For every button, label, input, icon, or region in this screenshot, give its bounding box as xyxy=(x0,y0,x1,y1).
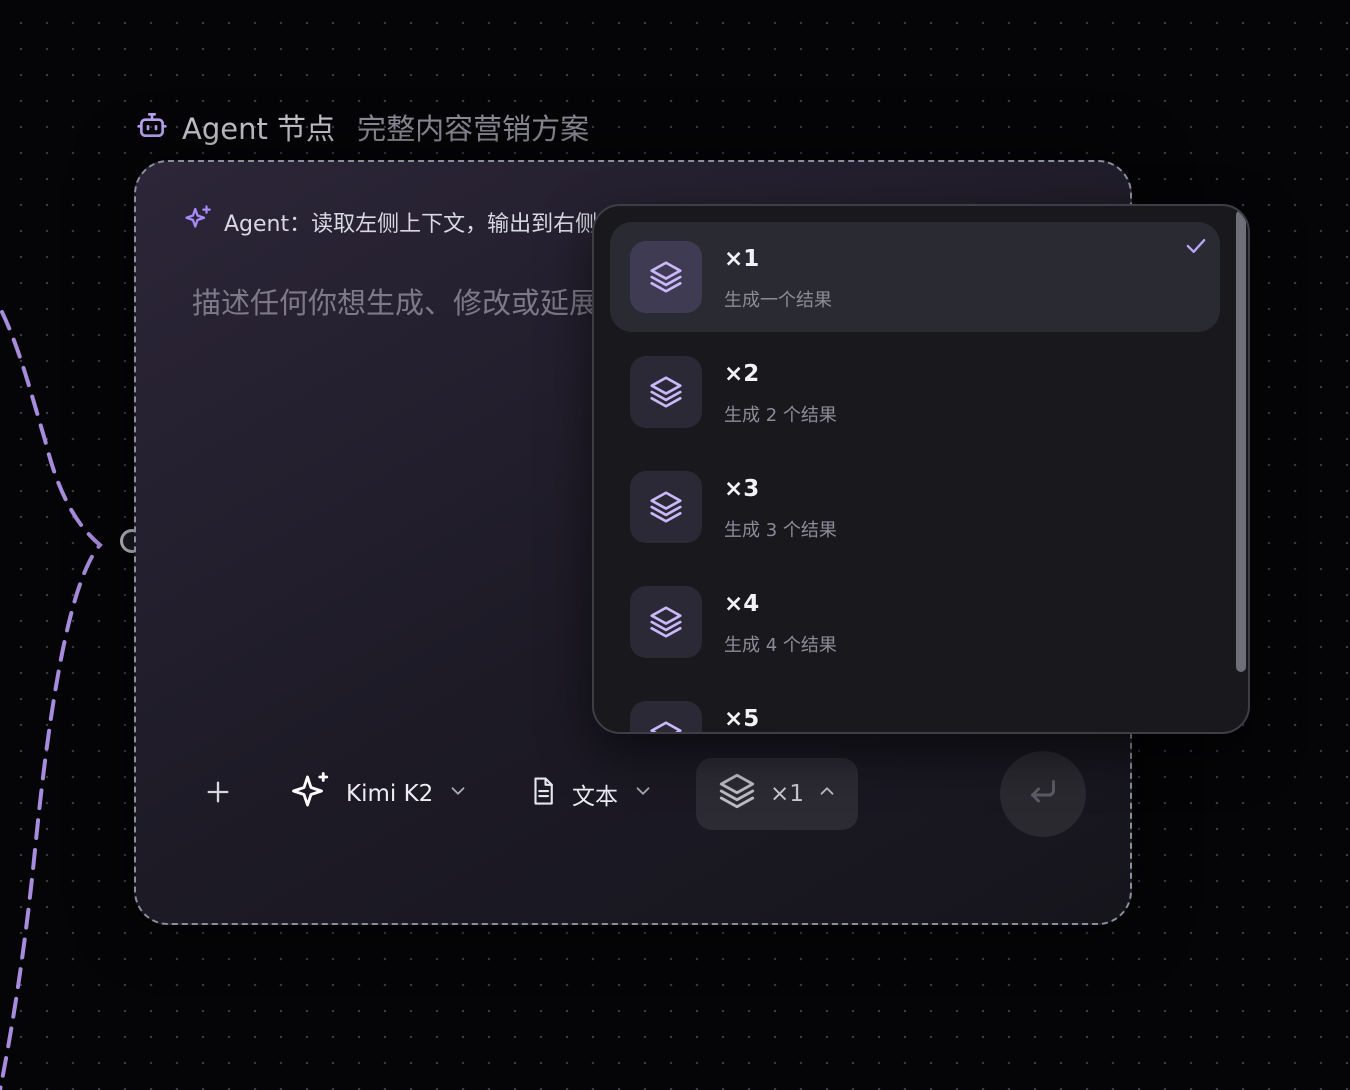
count-option[interactable]: ×2 生成 2 个结果 xyxy=(610,337,1220,447)
chevron-down-icon xyxy=(447,780,469,808)
layers-icon xyxy=(630,586,702,658)
node-toolbar: Kimi K2 文本 ×1 xyxy=(136,751,1130,837)
layers-icon xyxy=(630,241,702,313)
option-description: 生成 3 个结果 xyxy=(724,520,837,541)
chevron-down-icon xyxy=(632,780,654,808)
option-label: ×5 xyxy=(724,706,760,732)
dropdown-scrollbar[interactable] xyxy=(1236,210,1246,672)
robot-icon xyxy=(136,109,168,145)
node-title: Agent 节点 xyxy=(182,112,336,146)
option-description: 生成一个结果 xyxy=(724,290,832,311)
type-label: 文本 xyxy=(572,784,618,810)
option-label: ×1 xyxy=(724,246,760,272)
count-selector[interactable]: ×1 xyxy=(696,758,858,830)
layers-icon xyxy=(630,356,702,428)
count-options-list: ×1 生成一个结果 ×2 生成 2 个结果 ×3 生成 3 个结果 ×4 生成 … xyxy=(594,206,1248,732)
option-label: ×4 xyxy=(724,591,760,617)
layers-icon xyxy=(716,770,758,818)
chevron-up-icon xyxy=(816,780,838,808)
option-description: 生成 4 个结果 xyxy=(724,635,837,656)
count-option[interactable]: ×4 生成 4 个结果 xyxy=(610,567,1220,677)
output-type-selector[interactable]: 文本 xyxy=(528,758,654,830)
send-button[interactable] xyxy=(1000,751,1086,837)
model-label: Kimi K2 xyxy=(346,781,434,807)
plus-icon xyxy=(204,778,232,810)
count-option[interactable]: ×1 生成一个结果 xyxy=(610,222,1220,332)
layers-icon xyxy=(630,701,702,732)
option-label: ×3 xyxy=(724,476,760,502)
enter-icon xyxy=(1025,774,1061,814)
node-header: Agent 节点 完整内容营销方案 xyxy=(136,106,589,148)
sparkle-icon xyxy=(184,204,214,240)
count-option[interactable]: ×3 生成 3 个结果 xyxy=(610,452,1220,562)
agent-instruction: Agent：读取左侧上下文，输出到右侧 xyxy=(184,204,597,240)
check-icon xyxy=(1182,232,1210,264)
count-dropdown[interactable]: ×1 生成一个结果 ×2 生成 2 个结果 ×3 生成 3 个结果 ×4 生成 … xyxy=(592,204,1250,734)
agent-instruction-text: Agent：读取左侧上下文，输出到右侧 xyxy=(224,212,598,237)
layers-icon xyxy=(630,471,702,543)
count-option[interactable]: ×5 xyxy=(610,682,1220,732)
sparkle-icon xyxy=(290,770,332,818)
option-description: 生成 2 个结果 xyxy=(724,405,837,426)
add-button[interactable] xyxy=(204,758,232,830)
connection-edge xyxy=(0,310,103,1090)
option-label: ×2 xyxy=(724,361,760,387)
document-icon xyxy=(528,776,558,812)
node-subtitle: 完整内容营销方案 xyxy=(357,112,590,146)
model-selector[interactable]: Kimi K2 xyxy=(290,758,469,830)
count-label: ×1 xyxy=(770,781,804,807)
